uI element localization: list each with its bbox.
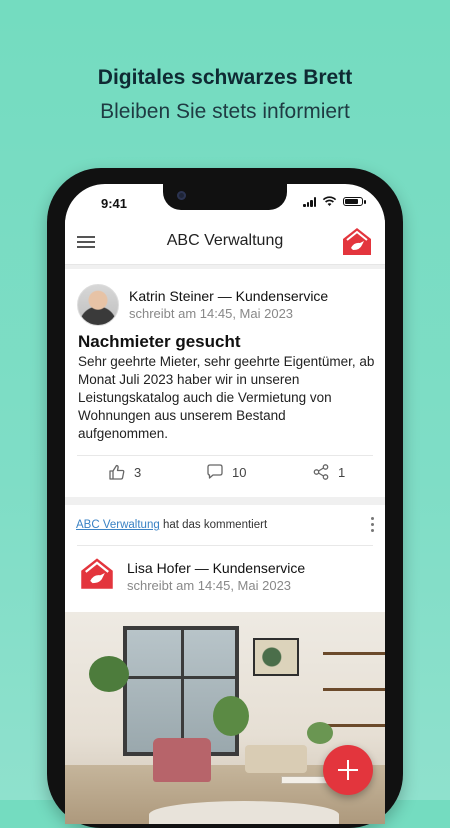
post-meta: schreibt am 14:45, Mai 2023 — [127, 578, 292, 593]
image-plant — [213, 696, 249, 736]
house-icon[interactable] — [341, 225, 373, 257]
notch — [163, 184, 287, 210]
post-body: Sehr geehrte Mieter, sehr geehrte Eigent… — [78, 354, 375, 441]
image-sofa — [245, 745, 307, 773]
like-button[interactable]: 3 — [108, 463, 141, 481]
post-title: Nachmieter gesucht — [78, 332, 241, 351]
house-icon — [81, 558, 113, 589]
post-author: Katrin Steiner — Kundenservice — [129, 288, 329, 304]
activity-actor-link[interactable]: ABC Verwaltung — [76, 519, 160, 531]
activity-action: hat das kommentiert — [162, 519, 268, 531]
promo-title: Digitales schwarzes Brett — [97, 66, 353, 89]
feed: Katrin Steiner — Kundenservice schreibt … — [65, 265, 385, 824]
post-meta: schreibt am 14:45, Mai 2023 — [129, 306, 294, 321]
thumbs-up-icon — [109, 464, 125, 480]
post-card[interactable]: Katrin Steiner — Kundenservice schreibt … — [65, 269, 385, 497]
share-button[interactable]: 1 — [312, 463, 345, 481]
kebab-icon[interactable] — [369, 517, 375, 537]
promo-subtitle: Bleiben Sie stets informiert — [100, 100, 350, 123]
activity-line: ABC Verwaltung hat das kommentiert — [76, 519, 267, 531]
camera — [177, 191, 186, 200]
image-rug — [149, 801, 339, 824]
divider — [77, 455, 373, 456]
comment-button[interactable]: 10 — [206, 463, 246, 481]
image-painting — [253, 638, 299, 676]
divider — [77, 545, 373, 546]
post-actions: 3 10 1 — [65, 463, 385, 487]
image-window — [123, 626, 239, 756]
image-chair — [153, 738, 211, 782]
image-plant — [89, 656, 129, 692]
app-bar: ABC Verwaltung — [65, 220, 385, 265]
comment-icon — [207, 464, 223, 479]
comment-count: 10 — [232, 464, 247, 480]
add-post-button[interactable] — [323, 745, 373, 795]
image-plant — [307, 722, 333, 744]
status-time: 9:41 — [101, 196, 128, 211]
status-icons — [303, 196, 366, 207]
signal-icon — [303, 196, 316, 207]
avatar — [77, 284, 119, 326]
app-screen: 9:41 ABC Verwaltung Katrin Steiner — Kun… — [65, 184, 385, 824]
post-author: Lisa Hofer — Kundenservice — [127, 560, 306, 576]
battery-icon — [343, 197, 366, 206]
share-icon — [313, 464, 329, 480]
share-count: 1 — [338, 464, 346, 480]
wifi-icon — [322, 196, 337, 206]
app-title: ABC Verwaltung — [166, 232, 284, 249]
like-count: 3 — [134, 464, 142, 480]
